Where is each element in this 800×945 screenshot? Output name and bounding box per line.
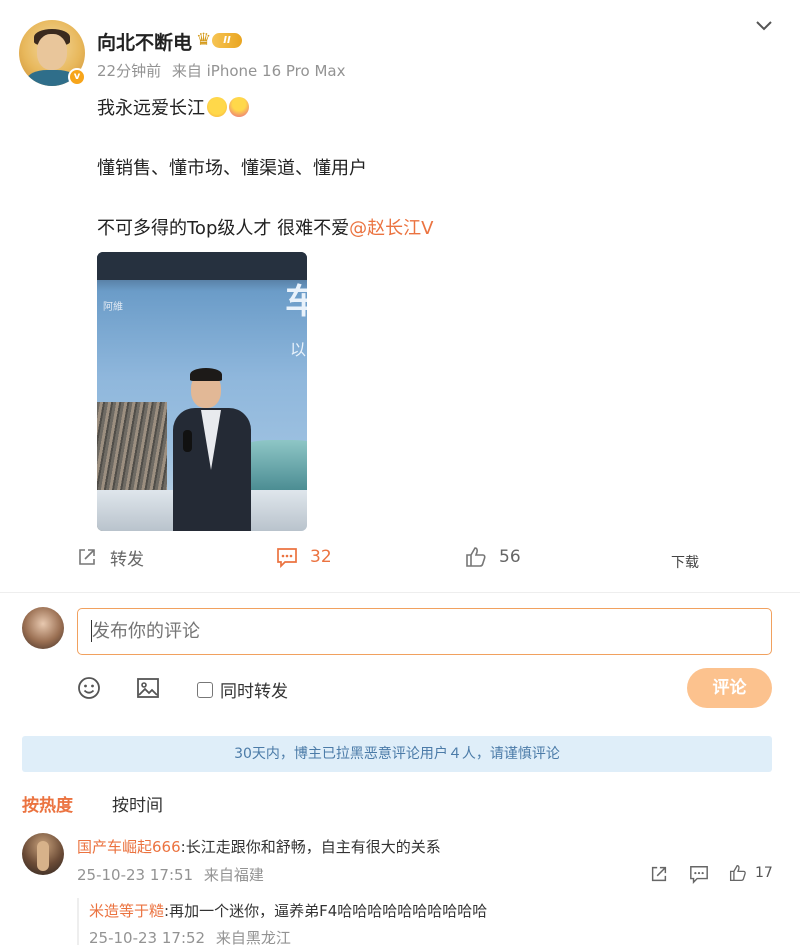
comment-share-button[interactable] [649, 864, 669, 884]
same-repost-checkbox[interactable] [197, 681, 213, 698]
reply-meta: 25-10-23 17:52 来自黑龙江 [89, 927, 297, 945]
thumbs-up-icon [466, 547, 486, 567]
post-source: 来自 iPhone 16 Pro Max [171, 62, 346, 80]
text-caret [91, 620, 92, 642]
reply-icon [690, 866, 708, 884]
image-icon[interactable] [136, 676, 160, 700]
replier-name[interactable]: 米造等于糙 [89, 902, 164, 920]
photo-speaker-hair [190, 368, 222, 381]
post-meta: 22分钟前 来自 iPhone 16 Pro Max [97, 60, 351, 81]
reply-indent-rule [77, 898, 79, 945]
photo-sign-char2: 以 [290, 340, 307, 359]
heart-emoji-icon [229, 97, 249, 117]
comment-reply-button[interactable] [689, 864, 709, 884]
author-name[interactable]: 向北不断电 [97, 28, 192, 55]
commenter-name[interactable]: 国产车崛起666 [77, 838, 181, 856]
chevron-down-icon[interactable] [753, 15, 775, 37]
share-icon [651, 866, 667, 882]
comment-meta: 25-10-23 17:51 来自福建 [77, 864, 270, 885]
photo-microphone [183, 430, 192, 452]
commenter-avatar-figure [37, 841, 49, 871]
divider [0, 592, 800, 593]
photo-ceiling [97, 252, 307, 280]
download-button[interactable]: 下载 [671, 549, 699, 575]
photo-logo-text: 阿維 [103, 302, 123, 313]
post-text-line3: 不可多得的Top级人才 很难不爱@赵长江V [97, 214, 433, 240]
thumbs-up-icon [729, 864, 746, 882]
post-text-line3-content: 不可多得的Top级人才 很难不爱 [97, 218, 350, 239]
same-repost-toggle[interactable]: 同时转发 [197, 677, 288, 702]
repost-label: 转发 [110, 549, 144, 570]
comment-button[interactable]: 32 [276, 544, 332, 570]
comment-body: :长江走跟你和舒畅，自主有很大的关系 [180, 838, 441, 856]
avatar-face [37, 34, 67, 70]
comment-count: 32 [310, 547, 332, 567]
level-badge-text: II [212, 33, 242, 48]
comment-input[interactable] [77, 608, 772, 655]
comment-icon [277, 548, 297, 568]
commenter-avatar[interactable] [22, 833, 64, 875]
photo-sign-char1: 车 [285, 282, 307, 322]
reply-body: :再加一个迷你，逼养弟F4哈哈哈哈哈哈哈哈哈哈 [164, 902, 488, 920]
mention-text: @赵长江 [349, 218, 422, 239]
repost-icon [79, 549, 95, 565]
post-text-line2: 懂销售、懂市场、懂渠道、懂用户 [97, 158, 367, 179]
tab-sort-time[interactable]: 按时间 [112, 791, 163, 816]
verified-badge-icon: v [68, 68, 86, 86]
mention-verified-badge: V [421, 218, 434, 239]
crown-icon: ♛ [196, 30, 212, 50]
like-count: 56 [499, 547, 521, 567]
post-photo[interactable]: 阿維 车 以 [97, 252, 307, 531]
comment-location: 来自福建 [203, 866, 264, 884]
reply-time: 25-10-23 17:52 [89, 929, 206, 945]
comment-like-button[interactable]: 17 [729, 864, 773, 882]
moderation-notice: 30天内，博主已拉黑恶意评论用户４人，请谨慎评论 [22, 736, 772, 772]
post-text-line1: 我永远爱长江 [97, 94, 249, 120]
mention-link[interactable]: @赵长江V [349, 218, 433, 239]
reply-location: 来自黑龙江 [215, 929, 291, 945]
tab-sort-hot[interactable]: 按热度 [22, 791, 73, 816]
emoji-icon[interactable] [77, 676, 101, 700]
comment-like-count: 17 [755, 865, 773, 881]
reply-text: 米造等于糙:再加一个迷你，逼养弟F4哈哈哈哈哈哈哈哈哈哈 [89, 900, 487, 921]
repost-button[interactable]: 转发 [76, 544, 144, 570]
post-time[interactable]: 22分钟前 [97, 62, 161, 80]
submit-comment-button[interactable]: 评论 [687, 668, 772, 708]
my-avatar[interactable] [22, 607, 64, 649]
post-text-line1-content: 我永远爱长江 [97, 98, 205, 119]
hug-emoji-icon [207, 97, 227, 117]
comment-time: 25-10-23 17:51 [77, 866, 194, 884]
level-badge[interactable]: ♛ II [196, 30, 244, 50]
comment-text: 国产车崛起666:长江走跟你和舒畅，自主有很大的关系 [77, 836, 441, 857]
like-button[interactable]: 56 [465, 544, 521, 570]
same-repost-label: 同时转发 [220, 682, 288, 702]
